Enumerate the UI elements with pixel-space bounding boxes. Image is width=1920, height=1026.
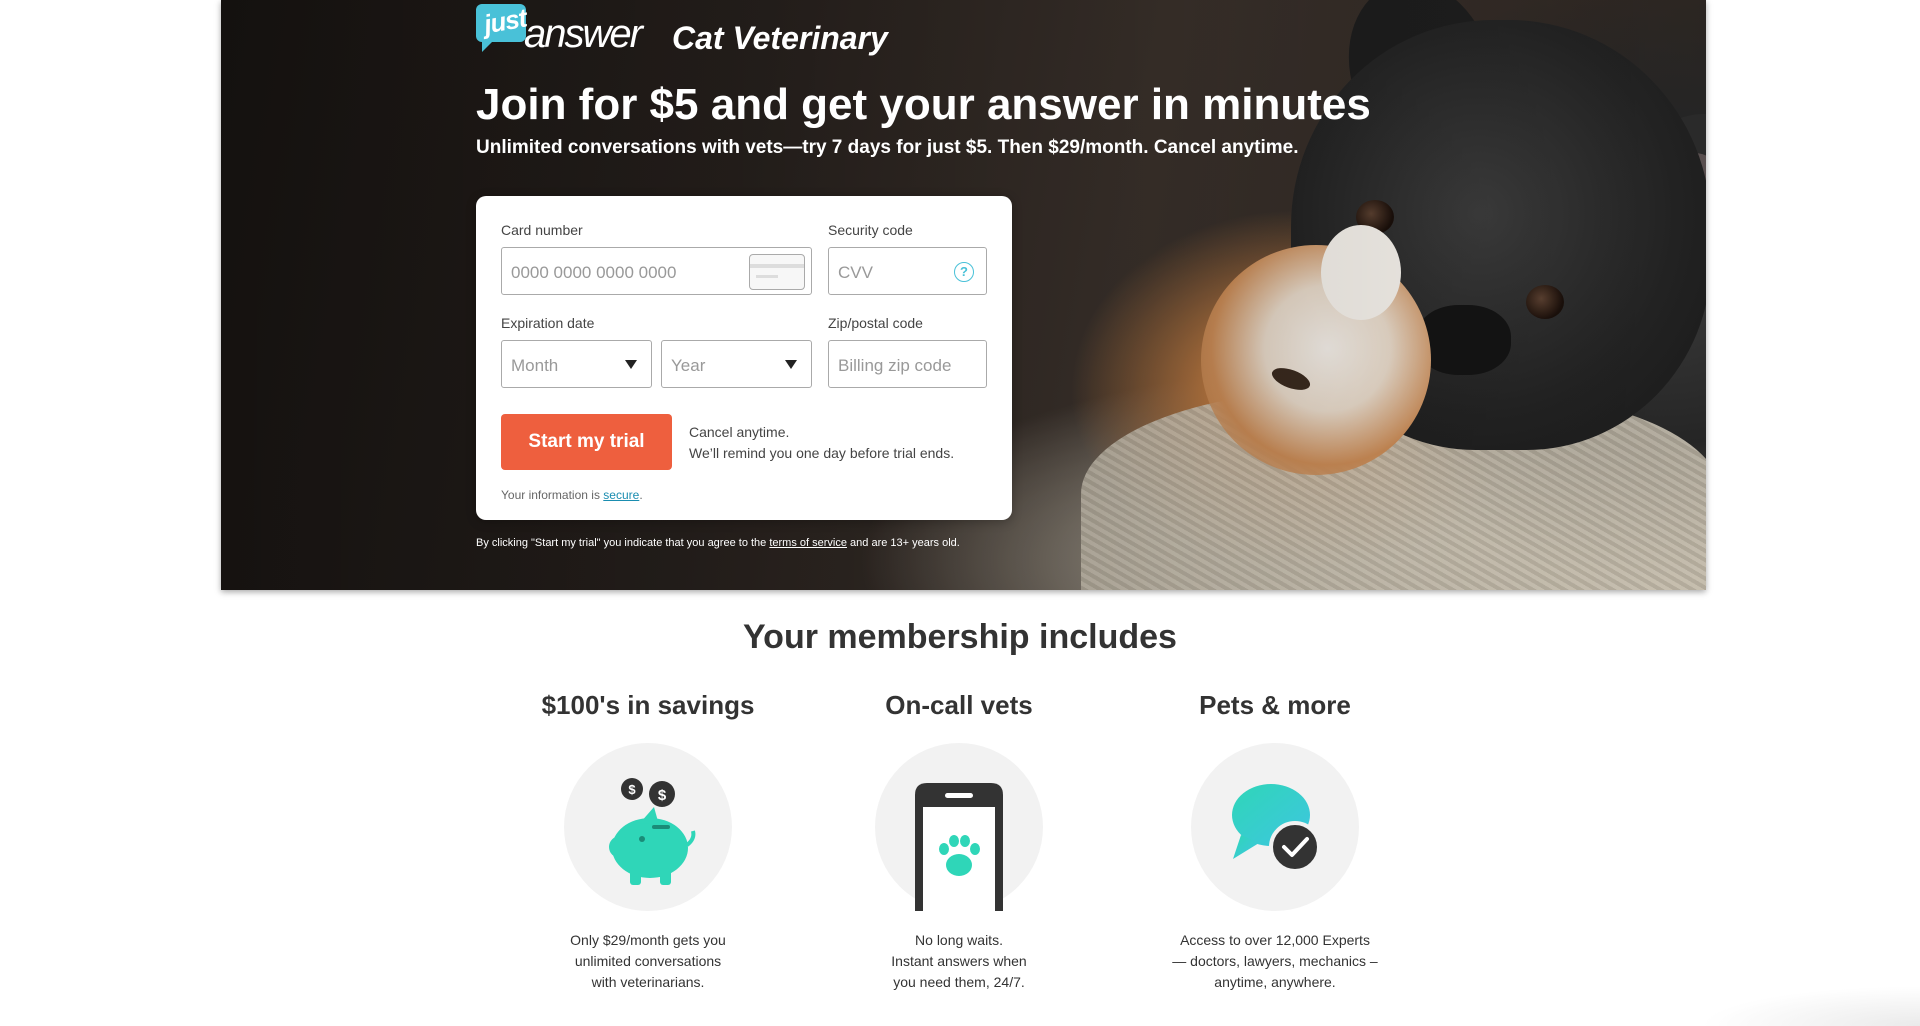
feature-pets-more: Pets & more Access to over 12,000 Expert… <box>1125 690 1425 990</box>
feature-desc-line: Access to over 12,000 Experts <box>1180 932 1370 948</box>
chevron-down-icon <box>625 360 637 369</box>
feature-desc-line: Only $29/month gets you <box>570 932 726 948</box>
question-mark-icon[interactable]: ? <box>954 262 974 282</box>
security-code-input[interactable]: CVV ? <box>828 247 987 295</box>
credit-card-icon <box>749 254 805 290</box>
cancel-anytime-text: Cancel anytime. <box>689 424 790 440</box>
secure-link[interactable]: secure <box>603 488 639 502</box>
start-trial-button[interactable]: Start my trial <box>501 414 672 470</box>
year-select[interactable]: Year <box>661 340 812 388</box>
corner-shadow <box>1700 986 1920 1026</box>
page-subheadline: Unlimited conversations with vets—try 7 … <box>476 137 1299 158</box>
feature-on-call-vets: On-call vets No long waits. Instant answ… <box>809 690 1109 990</box>
feature-desc-line: Instant answers when <box>891 953 1027 969</box>
terms-prefix: By clicking "Start my trial" you indicat… <box>476 537 770 549</box>
secure-info-text: Your information is secure. <box>501 488 643 502</box>
feature-description: Access to over 12,000 Experts — doctors,… <box>1125 930 1425 993</box>
secure-suffix: . <box>639 488 643 502</box>
svg-text:$: $ <box>628 782 636 797</box>
payment-form-card: Card number 0000 0000 0000 0000 Security… <box>476 196 1012 520</box>
feature-description: Only $29/month gets you unlimited conver… <box>498 930 798 993</box>
cvv-placeholder: CVV <box>838 263 873 282</box>
feature-desc-line: with veterinarians. <box>591 974 705 990</box>
year-placeholder: Year <box>671 356 706 375</box>
membership-title: Your membership includes <box>743 618 1177 656</box>
feature-desc-line: anytime, anywhere. <box>1214 974 1336 990</box>
month-placeholder: Month <box>511 356 559 375</box>
feature-desc-line: you need them, 24/7. <box>893 974 1025 990</box>
expiration-label: Expiration date <box>501 315 595 331</box>
terms-suffix: and are 13+ years old. <box>846 537 960 549</box>
feature-desc-line: — doctors, lawyers, mechanics – <box>1172 953 1378 969</box>
zip-label: Zip/postal code <box>828 315 923 331</box>
chevron-down-icon <box>785 360 797 369</box>
feature-icon-circle <box>875 743 1043 911</box>
svg-text:$: $ <box>658 787 667 804</box>
feature-title: On-call vets <box>885 690 1033 720</box>
zip-placeholder: Billing zip code <box>838 356 952 375</box>
feature-title: $100's in savings <box>541 690 755 720</box>
card-number-label: Card number <box>501 222 583 238</box>
reminder-text: We’ll remind you one day before trial en… <box>689 445 955 461</box>
feature-description: No long waits. Instant answers when you … <box>809 930 1109 993</box>
feature-icon-circle <box>1191 743 1359 911</box>
zip-input[interactable]: Billing zip code <box>828 340 987 388</box>
feature-savings: $100's in savings $ $ Only $29/month get… <box>498 690 798 990</box>
secure-prefix: Your information is <box>501 488 604 502</box>
feature-desc-line: No long waits. <box>915 932 1003 948</box>
terms-of-service-link[interactable]: terms of service <box>769 537 847 549</box>
month-select[interactable]: Month <box>501 340 652 388</box>
logo-answer-text: answer <box>524 12 643 56</box>
feature-title: Pets & more <box>1199 690 1351 720</box>
feature-desc-line: unlimited conversations <box>574 953 722 969</box>
security-code-label: Security code <box>828 222 913 238</box>
page-headline: Join for $5 and get your answer in minut… <box>476 80 1371 129</box>
card-number-input[interactable]: 0000 0000 0000 0000 <box>501 247 812 295</box>
phone-paw-icon <box>915 783 1003 911</box>
card-number-placeholder: 0000 0000 0000 0000 <box>511 263 677 282</box>
piggy-bank-icon: $ $ <box>609 778 696 885</box>
feature-icon-circle: $ $ <box>564 743 732 911</box>
terms-disclaimer: By clicking "Start my trial" you indicat… <box>476 537 960 549</box>
logo-category: Cat Veterinary <box>672 20 888 56</box>
chat-check-icon <box>1232 784 1321 873</box>
